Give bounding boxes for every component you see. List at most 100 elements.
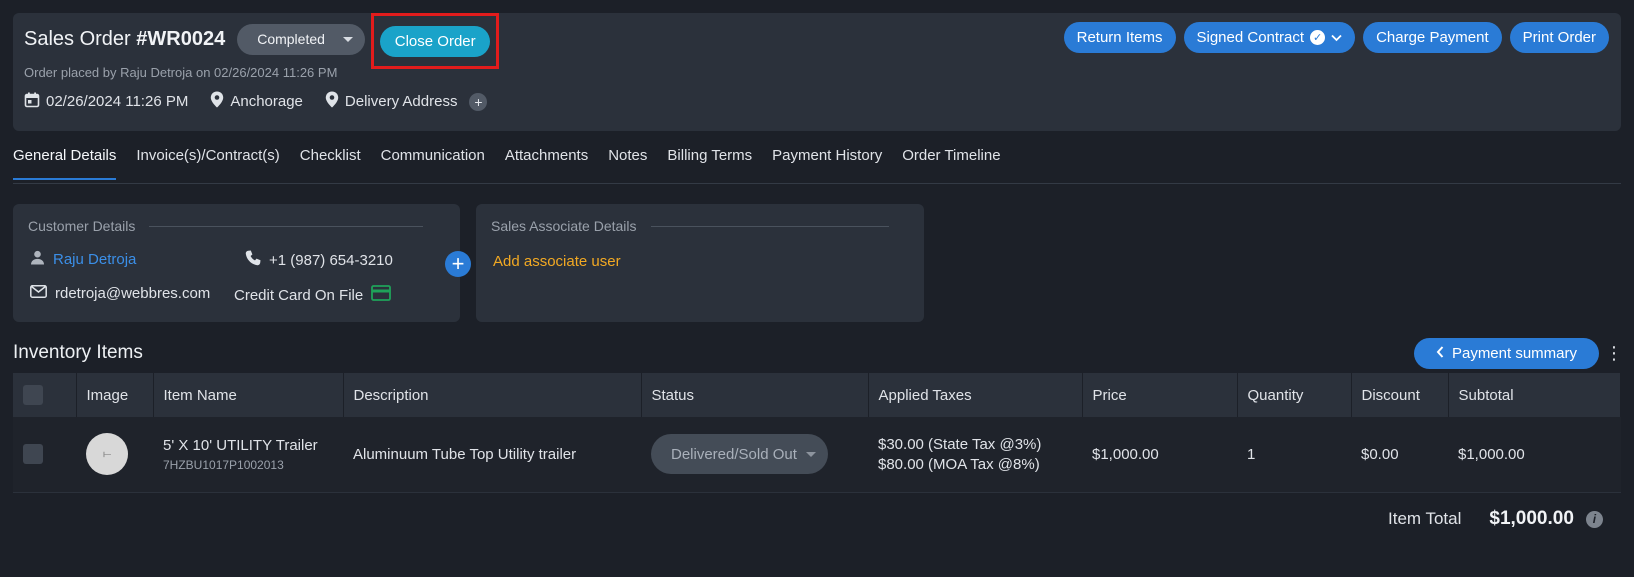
tab-billing-terms[interactable]: Billing Terms — [667, 147, 752, 180]
table-header-row: Image Item Name Description Status Appli… — [13, 373, 1621, 417]
col-description: Description — [343, 373, 642, 417]
delivery-address-text: Delivery Address — [344, 93, 458, 110]
item-total-value: $1,000.00 — [1489, 508, 1574, 529]
row-item-name-cell: 5' X 10' UTILITY Trailer 7HZBU1017P10020… — [153, 417, 343, 493]
tab-attachments[interactable]: Attachments — [505, 147, 588, 180]
return-items-button[interactable]: Return Items — [1063, 22, 1176, 53]
inventory-title: Inventory Items — [13, 342, 143, 363]
order-tabs: General Details Invoice(s)/Contract(s) C… — [13, 147, 1001, 180]
customer-name-link[interactable]: Raju Detroja — [53, 251, 136, 268]
tax-line-2: $80.00 (MOA Tax @8%) — [878, 455, 1040, 473]
customer-email-text: rdetroja@webbres.com — [55, 285, 211, 302]
page-title: Sales Order #WR0024 — [24, 28, 225, 51]
order-header: Sales Order #WR0024 Completed Close Orde… — [13, 13, 1621, 131]
customer-name[interactable]: Raju Detroja — [30, 250, 136, 269]
item-status-dropdown[interactable]: Delivered/Sold Out — [651, 434, 828, 475]
inventory-table: Image Item Name Description Status Appli… — [13, 373, 1621, 493]
tab-payment-history[interactable]: Payment History — [772, 147, 882, 180]
item-subtotal: $1,000.00 — [1448, 417, 1621, 493]
order-placed-line: Order placed by Raju Detroja on 02/26/20… — [24, 65, 338, 80]
title-prefix: Sales Order — [24, 27, 137, 50]
tab-checklist[interactable]: Checklist — [300, 147, 361, 180]
location-pin-icon — [210, 91, 224, 112]
item-total-row: Item Total $1,000.00 i — [1388, 508, 1618, 530]
col-image: Image — [76, 373, 154, 417]
item-sku: 7HZBU1017P1002013 — [163, 457, 284, 472]
row-taxes-cell: $30.00 (State Tax @3%) $80.00 (MOA Tax @… — [868, 417, 1082, 493]
col-subtotal: Subtotal — [1448, 373, 1621, 417]
item-discount: $0.00 — [1351, 417, 1448, 493]
add-associate-link[interactable]: Add associate user — [493, 253, 621, 270]
customer-payment-method: Credit Card On File — [234, 285, 392, 305]
table-row: ⟝ 5' X 10' UTILITY Trailer 7HZBU1017P100… — [13, 417, 1621, 493]
row-image-cell: ⟝ — [76, 417, 153, 493]
order-status-value: Completed — [257, 31, 325, 47]
sales-associate-panel: Sales Associate Details Add associate us… — [476, 204, 924, 322]
tab-order-timeline[interactable]: Order Timeline — [902, 147, 1000, 180]
tabs-divider — [13, 183, 1621, 184]
col-item-name: Item Name — [153, 373, 344, 417]
customer-details-panel: Customer Details Raju Detroja +1 (987) 6… — [13, 204, 460, 322]
user-icon — [30, 250, 45, 269]
caret-down-icon — [806, 452, 816, 458]
chevron-left-icon — [1436, 345, 1444, 362]
order-number: #WR0024 — [136, 27, 226, 50]
chevron-down-icon — [1331, 29, 1342, 46]
row-checkbox[interactable] — [23, 444, 43, 465]
order-location-text: Anchorage — [230, 93, 303, 110]
tab-notes[interactable]: Notes — [608, 147, 647, 180]
col-price: Price — [1082, 373, 1238, 417]
item-total-label: Item Total — [1388, 509, 1462, 528]
row-select-cell — [13, 417, 76, 493]
sales-associate-heading: Sales Associate Details — [491, 218, 637, 234]
sales-associate-title: Sales Associate Details — [491, 218, 889, 234]
customer-details-heading: Customer Details — [28, 218, 136, 234]
info-icon[interactable]: i — [1585, 510, 1603, 528]
credit-card-icon — [371, 285, 392, 305]
payment-summary-label: Payment summary — [1451, 345, 1578, 362]
charge-payment-button[interactable]: Charge Payment — [1363, 22, 1502, 53]
signed-contract-button[interactable]: Signed Contract ✓ — [1183, 22, 1356, 53]
divider — [149, 225, 424, 227]
tax-line-1: $30.00 (State Tax @3%) — [878, 435, 1042, 453]
divider — [650, 225, 889, 227]
title-row: Sales Order #WR0024 Completed Close Orde… — [24, 13, 500, 69]
col-applied-taxes: Applied Taxes — [868, 373, 1083, 417]
order-location: Anchorage — [210, 91, 303, 112]
item-status-value: Delivered/Sold Out — [671, 445, 797, 463]
col-status: Status — [641, 373, 869, 417]
order-date: 02/26/2024 11:26 PM — [24, 92, 188, 112]
close-order-button[interactable]: Close Order — [380, 25, 491, 57]
row-status-cell: Delivered/Sold Out — [641, 417, 868, 493]
customer-payment-text: Credit Card On File — [234, 286, 364, 304]
tab-general-details[interactable]: General Details — [13, 147, 117, 180]
highlight-box: Close Order — [371, 13, 500, 69]
location-pin-icon — [325, 91, 339, 112]
mail-icon — [30, 285, 47, 302]
item-quantity: 1 — [1237, 417, 1351, 493]
col-discount: Discount — [1351, 373, 1449, 417]
signed-contract-label: Signed Contract — [1196, 29, 1305, 46]
order-status-dropdown[interactable]: Completed — [237, 23, 366, 55]
customer-phone-text: +1 (987) 654-3210 — [269, 251, 393, 269]
kebab-menu-icon[interactable]: ⋮ — [1605, 344, 1623, 362]
payment-summary-button[interactable]: Payment summary — [1414, 338, 1599, 369]
header-actions: Return Items Signed Contract ✓ Charge Pa… — [1063, 22, 1609, 53]
add-delivery-address-plus-icon[interactable]: + — [469, 92, 488, 111]
caret-down-icon — [343, 36, 354, 42]
phone-icon — [245, 250, 261, 270]
item-name: 5' X 10' UTILITY Trailer — [163, 436, 318, 454]
order-date-text: 02/26/2024 11:26 PM — [46, 93, 189, 110]
add-contact-plus-icon[interactable]: + — [445, 251, 471, 277]
check-circle-icon: ✓ — [1310, 30, 1326, 45]
col-quantity: Quantity — [1237, 373, 1352, 417]
delivery-address[interactable]: Delivery Address + — [325, 91, 488, 112]
tab-communication[interactable]: Communication — [381, 147, 485, 180]
item-description: Aluminuum Tube Top Utility trailer — [343, 417, 641, 493]
calendar-icon — [24, 92, 40, 112]
select-all-cell — [13, 373, 77, 417]
print-order-button[interactable]: Print Order — [1509, 22, 1609, 53]
customer-email: rdetroja@webbres.com — [30, 285, 210, 302]
select-all-checkbox[interactable] — [23, 385, 43, 405]
tab-invoices-contracts[interactable]: Invoice(s)/Contract(s) — [136, 147, 279, 180]
